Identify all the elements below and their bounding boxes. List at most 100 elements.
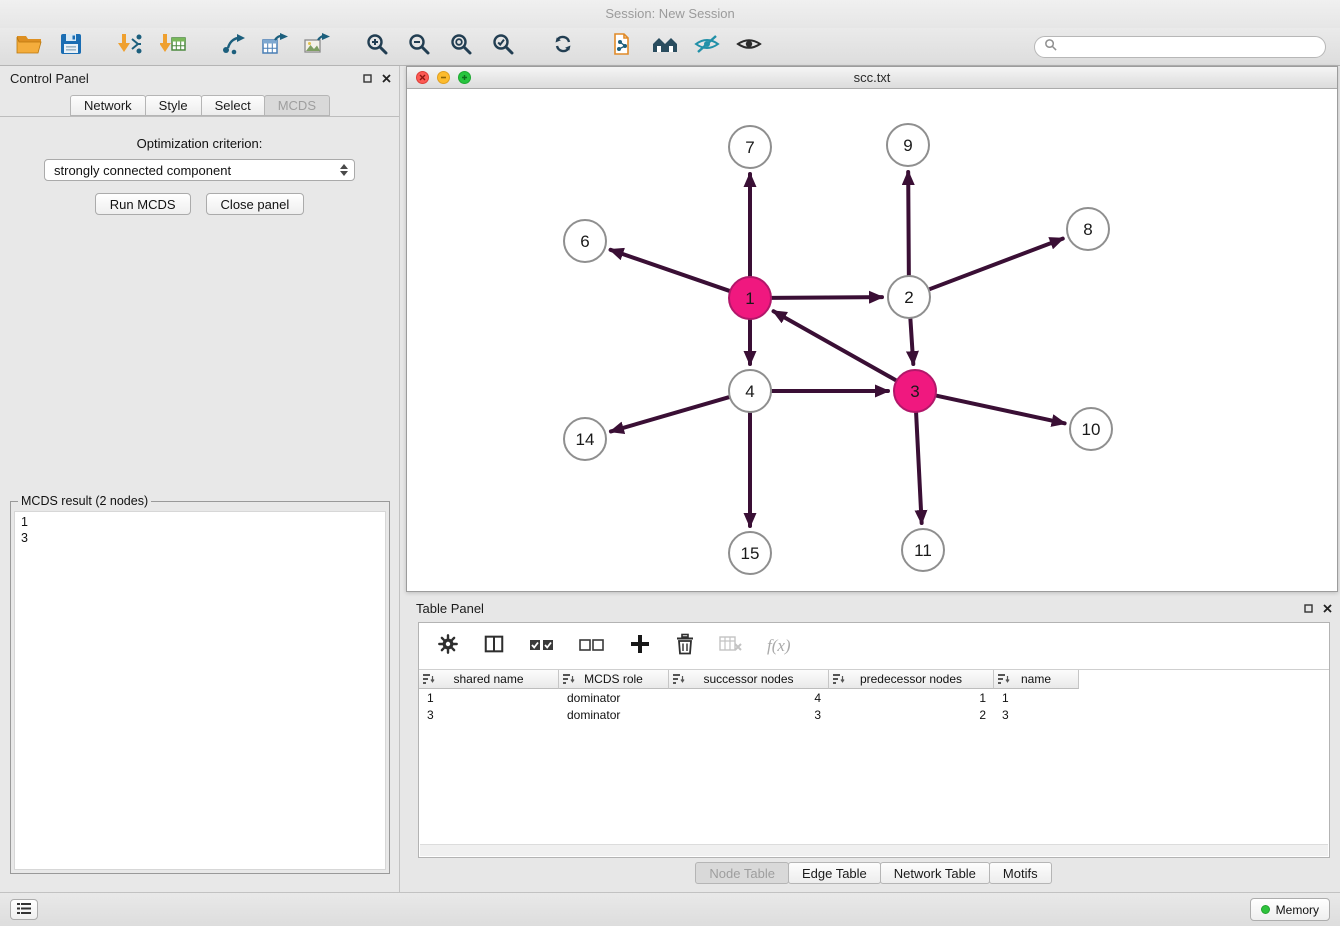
network-graph[interactable]: 7968124314101511 [407,89,1337,591]
cell-shared-name[interactable]: 1 [419,691,559,705]
mcds-result-list[interactable]: 1 3 [14,511,386,870]
first-neighbors-button[interactable] [648,32,682,62]
tab-motifs[interactable]: Motifs [989,862,1052,884]
column-header-predecessor-nodes[interactable]: predecessor nodes [829,670,994,689]
cell-successor-nodes[interactable]: 4 [669,691,829,705]
graph-edge[interactable] [611,397,729,431]
tab-network-table[interactable]: Network Table [880,862,990,884]
zoom-in-button[interactable] [360,32,394,62]
hide-graphics-details-button[interactable] [690,32,724,62]
zoom-fit-button[interactable] [444,32,478,62]
list-icon [17,901,31,919]
zoom-fit-icon [449,32,473,61]
table-settings-gear-icon[interactable] [437,633,459,660]
clone-network-button[interactable] [606,32,640,62]
refresh-view-button[interactable] [546,32,580,62]
table-row[interactable]: 1 dominator 4 1 1 [419,689,1329,706]
network-view-window: scc.txt 7968124314101511 [406,66,1338,592]
export-image-button[interactable] [300,32,334,62]
save-session-button[interactable] [54,32,88,62]
show-columns-icon[interactable] [483,633,505,660]
deselect-all-columns-icon[interactable] [579,635,605,658]
tab-style[interactable]: Style [145,95,202,116]
float-table-panel-icon[interactable] [1304,601,1313,616]
optimization-criterion-select[interactable]: strongly connected component [44,159,355,181]
graph-node-label: 4 [745,382,754,401]
open-session-button[interactable] [12,32,46,62]
tab-mcds[interactable]: MCDS [264,95,330,116]
graph-edge[interactable] [916,413,922,523]
import-table-button[interactable] [156,32,190,62]
cell-mcds-role[interactable]: dominator [559,691,669,705]
run-mcds-button[interactable]: Run MCDS [95,193,191,215]
cell-predecessor-nodes[interactable]: 1 [829,691,994,705]
graph-edge[interactable] [937,396,1065,424]
graph-node-label: 2 [904,288,913,307]
tab-edge-table[interactable]: Edge Table [788,862,881,884]
cell-shared-name[interactable]: 3 [419,708,559,722]
column-header-successor-nodes[interactable]: successor nodes [669,670,829,689]
cell-name[interactable]: 1 [994,691,1079,705]
tab-network[interactable]: Network [70,95,146,116]
optimization-criterion-label: Optimization criterion: [0,136,399,151]
log-console-button[interactable] [10,899,38,920]
open-folder-icon [16,33,42,60]
network-window-titlebar: scc.txt [407,67,1337,89]
column-header-name[interactable]: name [994,670,1079,689]
close-panel-button[interactable]: Close panel [206,193,305,215]
search-input[interactable] [1063,39,1316,54]
import-table-icon [160,32,186,61]
show-graphics-details-button[interactable] [732,32,766,62]
column-header-shared-name[interactable]: shared name [419,670,559,689]
main-toolbar [0,28,1340,66]
control-panel-header: Control Panel [0,66,399,90]
delete-column-trash-icon[interactable] [675,633,695,660]
export-network-button[interactable] [216,32,250,62]
close-window-button[interactable] [416,71,429,84]
zoom-out-button[interactable] [402,32,436,62]
import-network-button[interactable] [114,32,148,62]
float-panel-icon[interactable] [363,71,372,86]
minimize-window-button[interactable] [437,71,450,84]
graph-edge[interactable] [908,172,909,275]
select-stepper-icon [340,164,348,176]
memory-button-label: Memory [1276,903,1319,917]
tab-node-table[interactable]: Node Table [695,862,789,884]
window-title: Session: New Session [605,6,734,21]
export-table-button[interactable] [258,32,292,62]
graph-edge[interactable] [930,239,1063,290]
graph-node-label: 15 [741,544,760,563]
search-icon [1044,38,1057,56]
control-panel-tabs: Network Style Select MCDS [0,96,399,117]
graph-edge[interactable] [910,319,913,364]
cell-predecessor-nodes[interactable]: 2 [829,708,994,722]
export-table-icon [262,32,288,61]
toolbar-search-field[interactable] [1034,36,1326,58]
zoom-selected-icon [491,32,515,61]
cell-name[interactable]: 3 [994,708,1079,722]
zoom-selected-button[interactable] [486,32,520,62]
import-network-icon [118,32,144,61]
add-column-icon[interactable] [629,633,651,660]
close-panel-icon[interactable] [382,71,391,86]
select-all-columns-icon[interactable] [529,635,555,658]
tab-select[interactable]: Select [201,95,265,116]
maximize-window-button[interactable] [458,71,471,84]
horizontal-scrollbar[interactable] [420,844,1328,856]
graph-edge[interactable] [772,297,882,298]
cell-mcds-role[interactable]: dominator [559,708,669,722]
network-canvas[interactable]: 7968124314101511 [407,89,1337,591]
table-row[interactable]: 3 dominator 3 2 3 [419,706,1329,723]
graph-edge[interactable] [611,250,730,291]
close-table-panel-icon[interactable] [1323,601,1332,616]
zoom-out-icon [407,32,431,61]
memory-button[interactable]: Memory [1250,898,1330,921]
eye-slash-icon [694,32,720,61]
graph-node-label: 7 [745,138,754,157]
refresh-icon [551,32,575,61]
cell-successor-nodes[interactable]: 3 [669,708,829,722]
column-header-mcds-role[interactable]: MCDS role [559,670,669,689]
export-image-icon [304,32,330,61]
delete-table-icon-disabled [719,634,743,659]
graph-edge[interactable] [774,311,896,380]
